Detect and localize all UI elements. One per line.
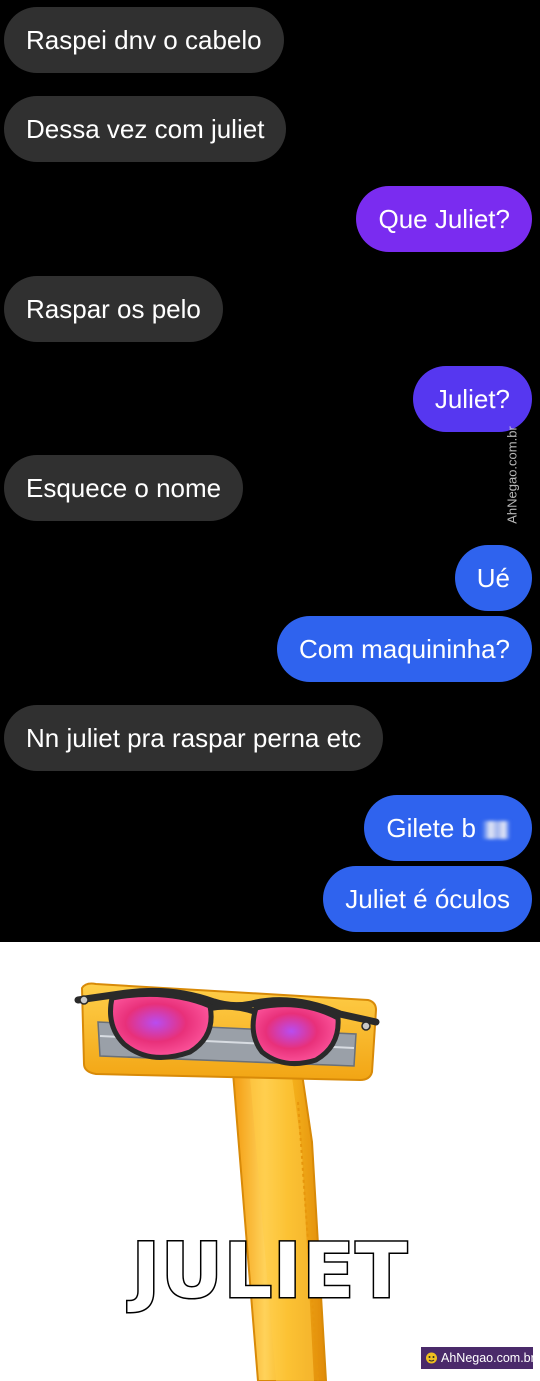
message-sent: Juliet é óculos (323, 866, 532, 932)
message-text: Dessa vez com juliet (26, 114, 265, 144)
censored-blur (482, 821, 510, 840)
meme-caption: JULIET (130, 1225, 409, 1317)
message-text: Juliet é óculos (345, 884, 510, 914)
right-lens (250, 1002, 341, 1067)
message-sent: Gilete b (364, 795, 532, 861)
message-received: Dessa vez com juliet (4, 96, 287, 162)
watermark-text: AhNegao.com.br (441, 1351, 535, 1365)
frame-screw-left (79, 995, 89, 1005)
message-text: Nn juliet pra raspar perna etc (26, 723, 362, 753)
message-sent: Ué (454, 545, 532, 611)
corner-watermark: AhNegao.com.br (421, 1347, 535, 1369)
message-text: Que Juliet? (378, 204, 510, 234)
message-received: Esquece o nome (4, 455, 244, 521)
message-received: Nn juliet pra raspar perna etc (4, 705, 384, 771)
ahnegao-logo-icon (426, 1352, 437, 1364)
chat-screenshot: Raspei dnv o cabelo Dessa vez com juliet… (0, 0, 540, 942)
message-sent: Com maquininha? (276, 616, 532, 682)
message-text: Ué (476, 563, 510, 593)
message-received: Raspei dnv o cabelo (4, 7, 284, 73)
message-text: Com maquininha? (298, 634, 510, 664)
side-watermark: AhNegao.com.br (498, 418, 526, 532)
razor-with-sunglasses-illustration (74, 982, 380, 1381)
frame-screw-right (361, 1021, 371, 1031)
message-text: Esquece o nome (26, 473, 222, 503)
message-sent: Que Juliet? (356, 186, 532, 252)
message-text: Juliet? (434, 384, 510, 414)
left-lens (108, 991, 214, 1060)
message-text: Raspar os pelo (26, 294, 201, 324)
message-received: Raspar os pelo (4, 276, 223, 342)
message-text: Gilete b (386, 813, 476, 843)
message-text: Raspei dnv o cabelo (26, 25, 262, 55)
meme-image-panel: JULIET AhNegao.com.br (0, 942, 540, 1381)
watermark-text: AhNegao.com.br (504, 426, 520, 524)
